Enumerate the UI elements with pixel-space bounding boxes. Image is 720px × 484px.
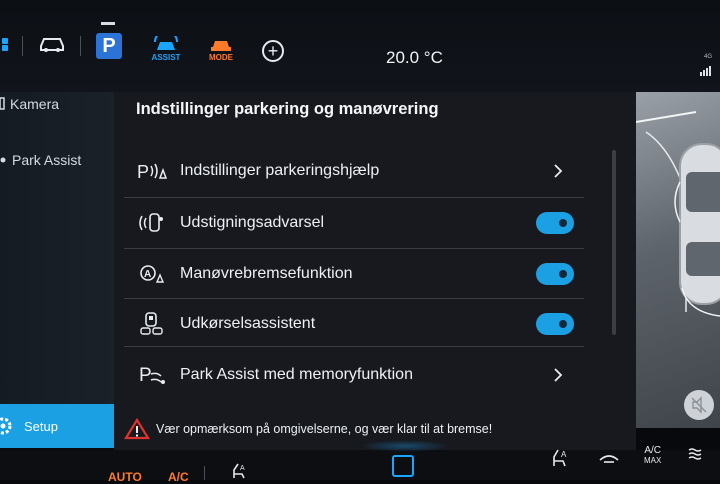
assist-icon <box>154 36 178 50</box>
active-indicator <box>101 22 115 25</box>
recirculation-icon <box>599 455 619 463</box>
signal-indicator: 4G <box>700 54 718 76</box>
sidebar <box>0 92 115 432</box>
ac-max-bottom-label: MAX <box>644 456 662 465</box>
setting-label: Udstigningsadvarsel <box>180 214 325 231</box>
exit-assist-toggle[interactable] <box>536 313 574 335</box>
scrollbar[interactable] <box>612 150 616 335</box>
recirculation-button[interactable] <box>598 450 620 469</box>
ac-button[interactable]: A/C <box>168 470 189 484</box>
parking-button[interactable]: P <box>96 33 122 59</box>
sidebar-item-label: Park Assist <box>12 152 82 168</box>
gear-icon <box>0 416 14 436</box>
climate-auto-button[interactable]: AUTO <box>108 470 142 484</box>
signal-bars-icon <box>700 66 711 76</box>
camera-icon <box>0 97 5 110</box>
car-icon[interactable] <box>38 33 66 55</box>
setting-row-exit-warning[interactable]: Udstigningsadvarsel <box>124 198 584 248</box>
plus-icon: + <box>267 41 279 61</box>
divider <box>204 466 205 480</box>
seat-auto-button[interactable]: A <box>550 448 570 471</box>
svg-text:A: A <box>561 450 567 459</box>
network-type: 4G <box>704 54 713 60</box>
exit-warning-toggle[interactable] <box>536 212 574 234</box>
ac-max-top-label: A/C <box>644 445 661 456</box>
chevron-right-icon <box>554 164 563 178</box>
park-memory-icon: P <box>130 360 174 390</box>
ac-max-button[interactable]: A/C MAX <box>644 446 661 466</box>
toggle-knob <box>559 320 567 328</box>
drive-mode-icon <box>211 41 231 51</box>
park-distance-icon: P <box>130 156 174 186</box>
svg-text:A: A <box>240 465 245 472</box>
warning-triangle-icon <box>124 418 150 440</box>
sidebar-item-setup[interactable]: Setup <box>0 404 114 448</box>
parking-label: P <box>102 34 116 57</box>
mode-label: MODE <box>209 53 233 62</box>
exit-assist-icon <box>130 309 174 339</box>
assist-label: ASSIST <box>151 53 181 62</box>
seat-auto-icon: A <box>553 449 567 467</box>
setting-row-maneuver-brake[interactable]: A Manøvrebremsefunktion <box>124 249 584 299</box>
setting-label: Indstillinger parkeringshjælp <box>180 162 380 179</box>
setting-row-parking-aid[interactable]: P Indstillinger parkeringshjælp <box>124 146 584 196</box>
maneuver-brake-toggle[interactable] <box>536 263 574 285</box>
sidebar-item-label: Setup <box>24 418 58 434</box>
chevron-right-icon <box>554 368 563 382</box>
divider <box>124 346 584 347</box>
exit-warning-icon <box>130 208 174 238</box>
setting-label: Park Assist med memoryfunktion <box>180 366 413 383</box>
sidebar-item-park-assist[interactable]: Park Assist <box>0 152 81 168</box>
add-shortcut-button[interactable]: + <box>262 40 284 62</box>
setting-label: Udkørselsassistent <box>180 315 316 332</box>
maneuver-brake-icon: A <box>130 259 174 289</box>
defrost-icon <box>688 448 702 460</box>
mode-button[interactable]: MODE <box>203 34 239 64</box>
svg-text:A: A <box>144 269 151 280</box>
setting-label: Manøvrebremsefunktion <box>180 265 353 282</box>
outside-temperature: 20.0 °C <box>386 48 443 67</box>
divider <box>80 36 81 56</box>
camera-view <box>636 92 720 428</box>
park-assist-icon <box>0 157 6 163</box>
setting-row-park-memory[interactable]: P Park Assist med memoryfunktion <box>124 350 584 400</box>
assist-button[interactable]: ASSIST <box>148 34 184 64</box>
svg-text:P: P <box>139 365 152 386</box>
toggle-knob <box>559 219 567 227</box>
car-top-view <box>636 111 720 317</box>
sidebar-item-kamera[interactable]: Kamera <box>0 96 59 112</box>
svg-text:P: P <box>137 162 149 182</box>
toggle-knob <box>559 270 567 278</box>
rear-defrost-button[interactable] <box>686 446 706 465</box>
menu-icon[interactable] <box>0 36 10 52</box>
mute-icon <box>691 396 707 414</box>
warning-message: Vær opmærksom på omgivelserne, og vær kl… <box>124 418 492 440</box>
warning-text: Vær opmærksom på omgivelserne, og vær kl… <box>156 422 493 436</box>
sidebar-item-label: Kamera <box>10 96 60 112</box>
top-status-bar: P ASSIST MODE + 20.0 °C 4G <box>0 0 720 92</box>
page-title: Indstillinger parkering og manøvrering <box>136 100 439 118</box>
home-glow <box>360 440 450 452</box>
setting-row-exit-assist[interactable]: Udkørselsassistent <box>124 299 584 349</box>
mute-button[interactable] <box>684 390 714 420</box>
seat-auto-icon: A <box>233 463 245 479</box>
divider <box>22 36 23 56</box>
home-button[interactable] <box>392 455 414 477</box>
